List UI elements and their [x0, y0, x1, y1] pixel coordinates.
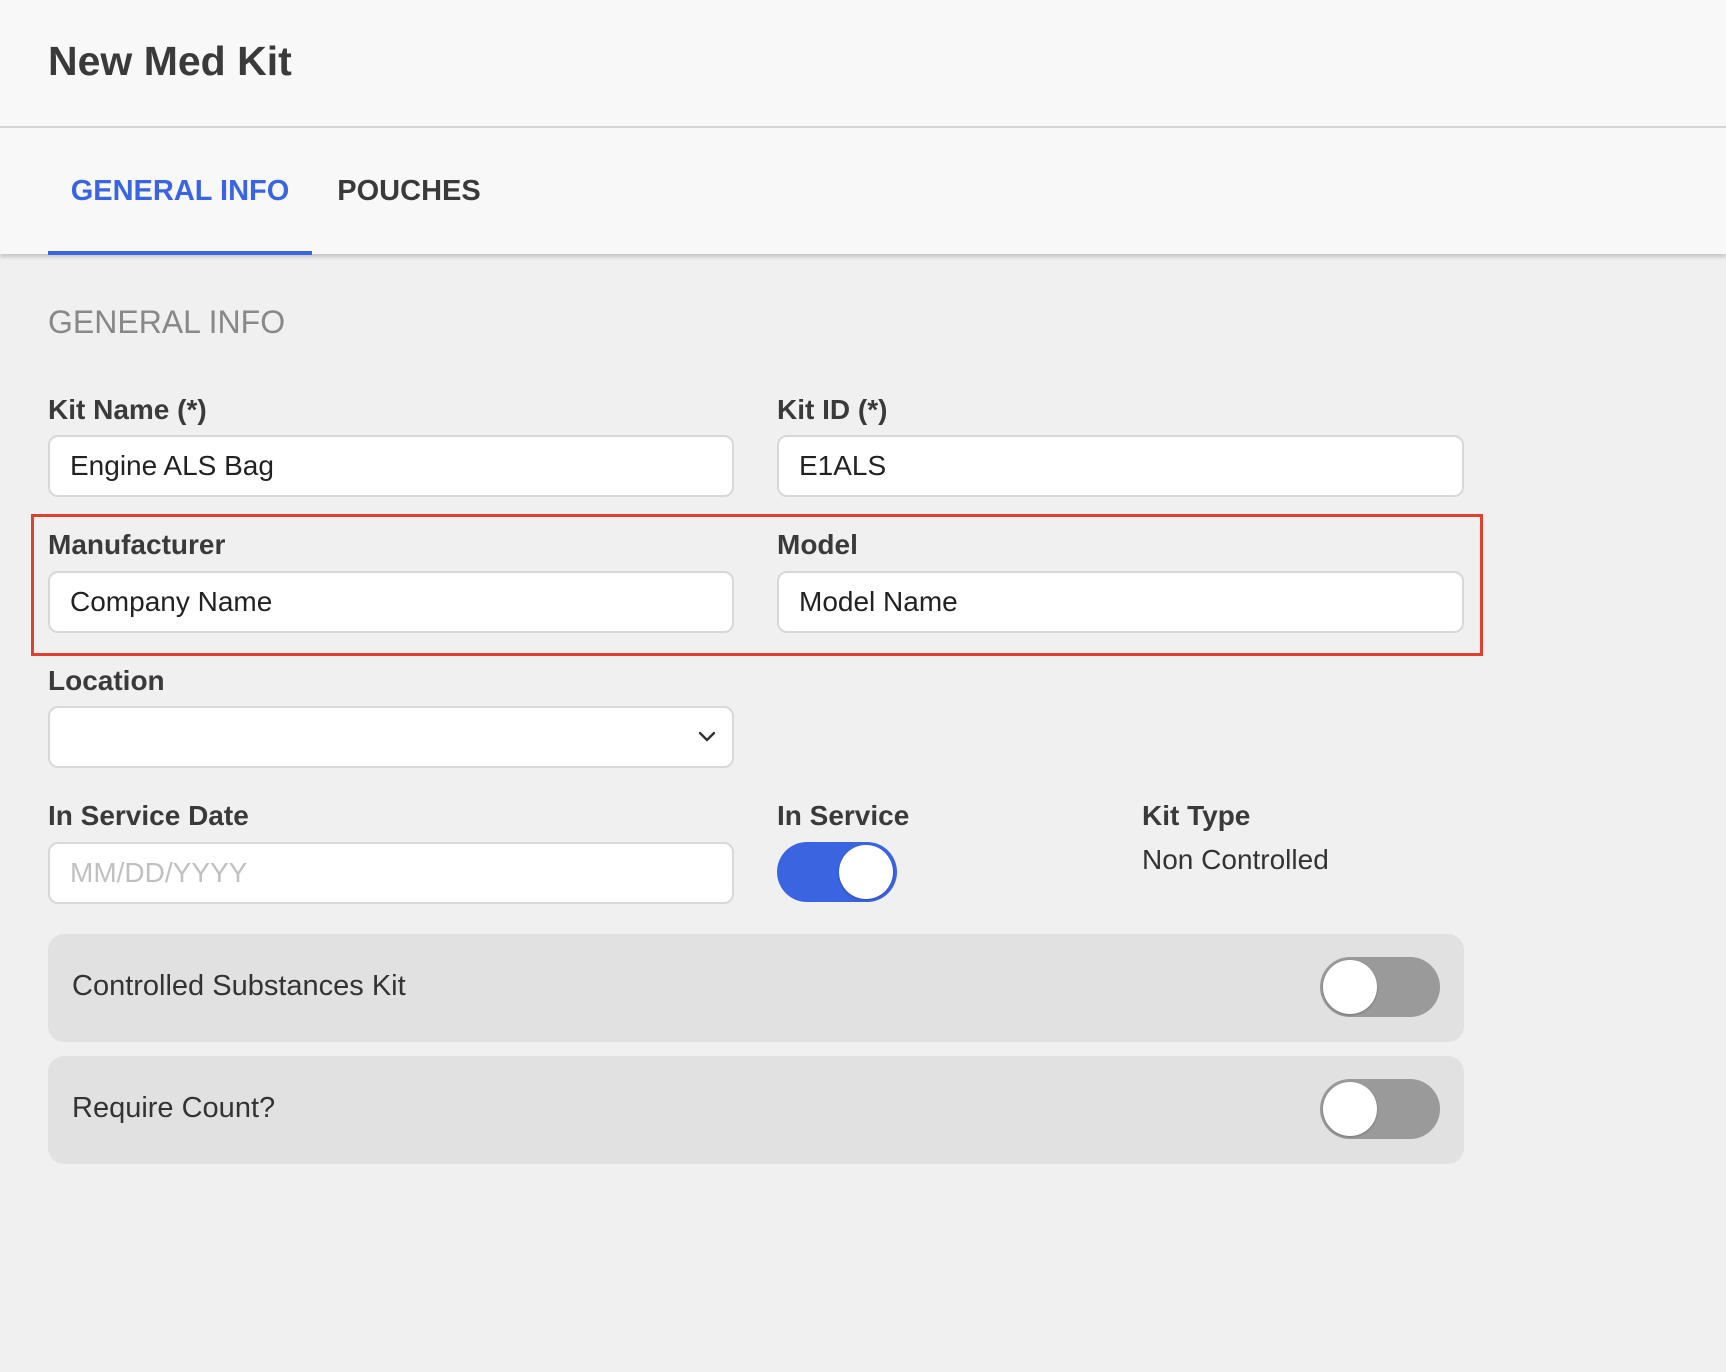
- location-select[interactable]: [48, 706, 734, 768]
- kit-type-label: Kit Type: [1142, 800, 1251, 831]
- tab-bar: GENERAL INFO POUCHES: [0, 128, 1726, 255]
- page-header: New Med Kit: [0, 0, 1726, 128]
- controlled-substances-label: Controlled Substances Kit: [72, 970, 406, 1002]
- controlled-substances-row: Controlled Substances Kit: [48, 934, 1464, 1042]
- page-title: New Med Kit: [48, 38, 292, 84]
- tab-pouches[interactable]: POUCHES: [312, 128, 506, 254]
- model-label: Model: [777, 529, 858, 560]
- section-title: GENERAL INFO: [48, 304, 286, 340]
- in-service-toggle[interactable]: [777, 842, 897, 902]
- require-count-toggle[interactable]: [1320, 1079, 1440, 1139]
- tab-general-info[interactable]: GENERAL INFO: [48, 128, 312, 255]
- in-service-label: In Service: [777, 800, 910, 831]
- toggle-knob: [1323, 1082, 1377, 1136]
- location-label: Location: [48, 665, 165, 696]
- in-service-date-label: In Service Date: [48, 800, 249, 831]
- in-service-date-input[interactable]: [48, 842, 734, 904]
- kit-id-label: Kit ID (*): [777, 394, 888, 425]
- model-input[interactable]: [777, 571, 1464, 633]
- chevron-down-icon: [698, 731, 716, 742]
- controlled-substances-toggle[interactable]: [1320, 957, 1440, 1017]
- require-count-label: Require Count?: [72, 1092, 276, 1124]
- kit-id-input[interactable]: [777, 435, 1464, 497]
- toggle-knob: [839, 845, 893, 899]
- require-count-row: Require Count?: [48, 1056, 1464, 1164]
- kit-type-value: Non Controlled: [1142, 844, 1329, 875]
- toggle-knob: [1323, 960, 1377, 1014]
- manufacturer-label: Manufacturer: [48, 529, 226, 560]
- kit-name-input[interactable]: [48, 435, 734, 497]
- kit-name-label: Kit Name (*): [48, 394, 207, 425]
- manufacturer-input[interactable]: [48, 571, 734, 633]
